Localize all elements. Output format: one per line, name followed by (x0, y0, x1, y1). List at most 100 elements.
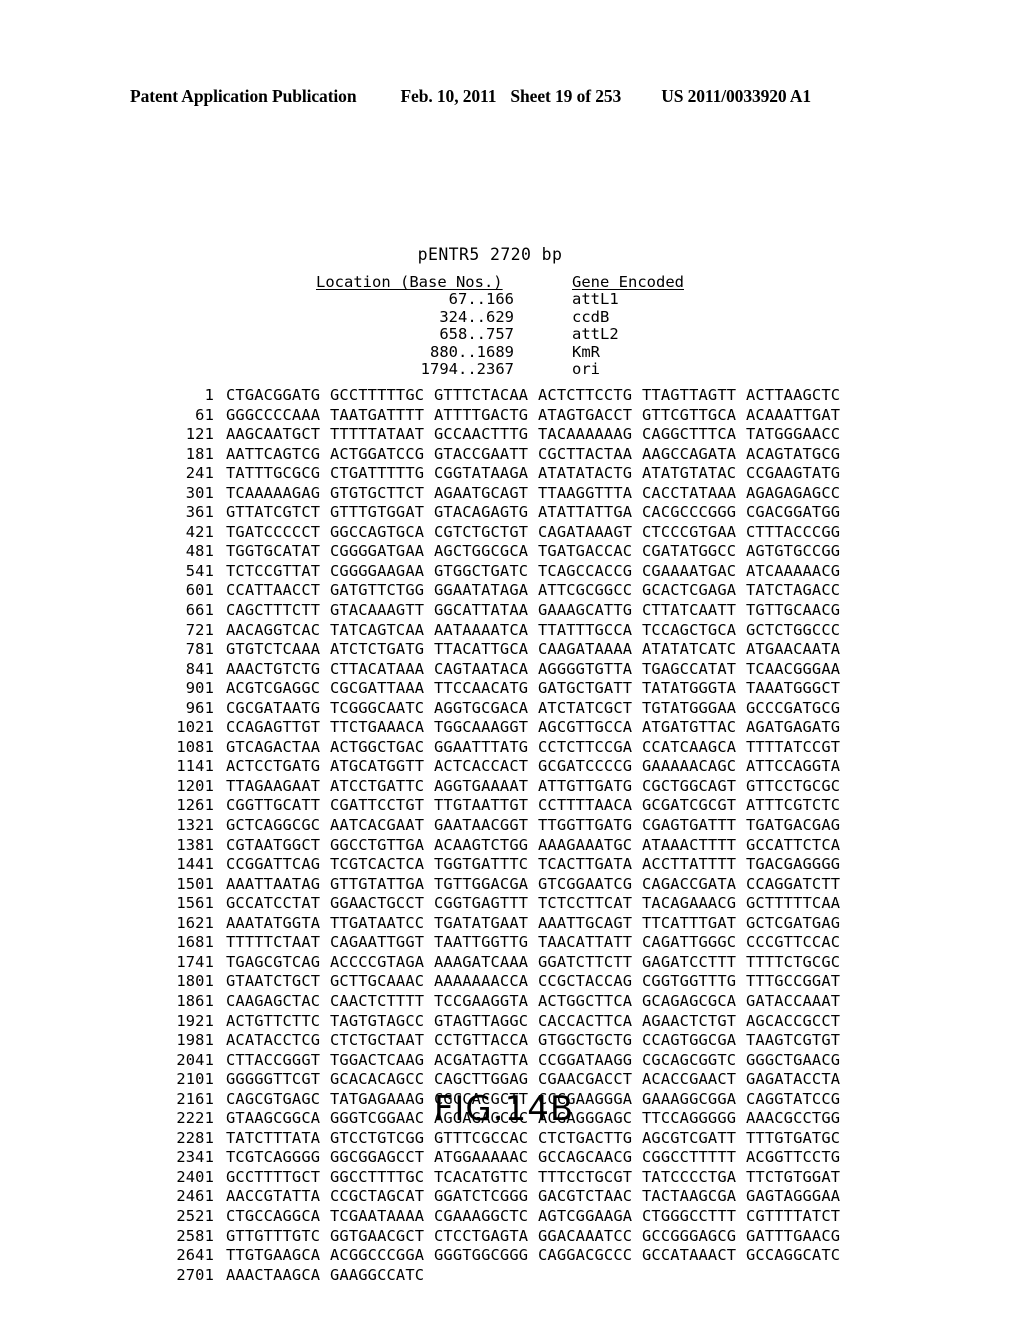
sequence-chunk: GCCCGATGCG (746, 698, 841, 717)
sequence-chunk: ACAGTATGCG (746, 444, 841, 463)
sequence-position-number: 1561 (176, 894, 214, 913)
sequence-row: 2701 AAACTAAGCA GAAGGCCATC (168, 1266, 838, 1286)
cell-gene: ori (572, 360, 600, 379)
sequence-chunk: TCCAGCTGCA (642, 620, 737, 639)
sequence-chunk: CCTTTTAACA (538, 796, 633, 815)
sequence-chunk: TTCCAACATG (434, 679, 529, 698)
cell-gene: attL1 (572, 290, 619, 309)
sequence-chunk: CAGATTGGGC (642, 933, 737, 952)
sequence-chunk: GTTTCTACAA (434, 386, 529, 404)
sequence-chunks: CCAGAGTTGT TTCTGAAACA TGGCAAAGGT AGCGTTGCCA… (214, 718, 840, 738)
sequence-chunk: GTTGTATTGA (330, 874, 425, 893)
sequence-chunk: AGAATGCAGT (434, 483, 529, 502)
sequence-chunk: CCTCTTCCGA (538, 737, 633, 756)
sequence-row: 1261 CGGTTGCATT CGATTCCTGT TTGTAATTGT CCTTTT… (168, 796, 841, 816)
sequence-chunk: TAAGTCGTGT (746, 1031, 841, 1050)
sequence-chunk: GCTTTTTCAA (746, 894, 841, 913)
sequence-chunks: GTTGTTTGTC GGTGAACGCT CTCCTGAGTA GGACAAATCC… (214, 1227, 840, 1247)
sequence-position-number: 1921 (176, 1011, 214, 1030)
sequence-chunk: GCCATTCTCA (746, 835, 841, 854)
sequence-chunk: GTACCGAATT (434, 444, 529, 463)
sequence-chunk: CCTGTTACCA (434, 1031, 529, 1050)
sequence-chunk: CCGAAGTATG (746, 464, 841, 483)
sequence-row: 121 AAGCAATGCT TTTTTATAAT GCCAACTTTG TACAAAA… (168, 425, 840, 445)
sequence-position-number: 541 (185, 561, 214, 580)
sequence-chunk: CAAGAGCTAC (226, 991, 321, 1010)
sequence-chunk: GAATAACGGT (434, 816, 529, 835)
table-header-row: Location (Base Nos.) Gene Encoded (316, 273, 772, 291)
sequence-chunk: AAAGATCAAA (434, 952, 529, 971)
sequence-chunk: TTCATTTGAT (642, 913, 737, 932)
sequence-chunk: ATTTCGTCTC (746, 796, 841, 815)
sequence-chunk: CTTATCAATT (642, 601, 737, 620)
sequence-chunk: GAGTAGGGAA (746, 1187, 841, 1206)
sequence-chunk: AGTGTGCCGG (746, 542, 841, 561)
sequence-chunk: GTTCCTGCGC (746, 776, 841, 795)
sequence-position-number: 781 (185, 640, 214, 659)
cell-gene: ccdB (572, 307, 610, 326)
sequence-position-number: 721 (185, 620, 214, 639)
sequence-row: 2101 GGGGGTTCGT GCACACAGCC CAGCTTGGAG CGAACG… (168, 1070, 840, 1090)
sequence-chunk: GAAAGCATTG (538, 601, 633, 620)
column-header-gene: Gene Encoded (572, 273, 684, 291)
sequence-row: 1621 AAATATGGTA TTGATAATCC TGATATGAAT AAATTG… (168, 913, 841, 934)
sequence-chunk: TCTCCGTTAT (226, 561, 321, 580)
sequence-chunk: CGATATGGCC (642, 542, 737, 561)
sequence-position-number: 2401 (176, 1167, 214, 1186)
sequence-chunk: TTTTTATAAT (330, 425, 425, 444)
sequence-chunk: AAGCCAGATA (642, 444, 737, 463)
sequence-chunk: GCTCGATGAG (746, 913, 841, 932)
sequence-position-number: 2641 (176, 1246, 214, 1265)
sequence-chunk: GGCCAGTGCA (330, 522, 425, 541)
sequence-chunk: TGTTGGACGA (434, 874, 529, 893)
sequence-position-number: 601 (185, 581, 214, 600)
sequence-row: 61 GGGCCCCAAA TAATGATTTT ATTTTGACTG ATAGTGAC… (168, 405, 840, 426)
sequence-chunk: ATTCCAGGTA (746, 757, 841, 776)
sequence-position-number: 1801 (176, 972, 214, 991)
sequence-chunk: GCCAGCAACG (538, 1148, 633, 1167)
sequence-position-number: 61 (195, 405, 214, 424)
sequence-chunk: GTGTCTCAAA (226, 640, 321, 659)
sequence-chunk: AAATTGCAGT (538, 913, 633, 932)
sequence-chunk: TATCCCCTGA (642, 1167, 737, 1186)
sequence-chunk: TACAAAAAAG (538, 425, 633, 444)
sequence-chunk: CCGGATTCAG (226, 855, 321, 874)
sequence-chunk: TTCTGAAACA (330, 718, 425, 737)
sequence-chunk: ACAAGTCTGG (434, 835, 529, 854)
sequence-chunks: TCAAAAAGAG GTGTGCTTCT AGAATGCAGT TTAAGGTTTA… (214, 483, 840, 504)
sequence-chunk: GAAGGCCATC (330, 1265, 425, 1284)
sequence-chunks: GCCATCCTAT GGAACTGCCT CGGTGAGTTT TCTCCTTCAT… (214, 894, 841, 914)
sequence-chunk: ACTGGATCCG (330, 444, 425, 463)
sequence-chunk: TATCTTTATA (226, 1128, 321, 1147)
sequence-chunk: ACTTAAGCTC (746, 386, 841, 404)
sequence-chunk: AACCGTATTA (226, 1187, 321, 1206)
sequence-row: 2401 GCCTTTTGCT GGCCTTTTGC TCACATGTTC TTTCCT… (168, 1167, 840, 1188)
sequence-chunks: AACCGTATTA CCGCTAGCAT GGATCTCGGG GACGTCTAAC… (214, 1187, 841, 1207)
sequence-chunk: ACATACCTCG (226, 1031, 321, 1050)
sequence-chunk: GGCATTATAA (434, 601, 529, 620)
sequence-chunk: AGGGGTGTTA (538, 659, 633, 678)
sequence-position-number: 181 (185, 444, 214, 463)
sequence-chunk: ATTGTTGATG (538, 776, 633, 795)
sequence-chunk: GTACAAAGTT (330, 601, 425, 620)
sequence-position-number: 2041 (176, 1050, 214, 1069)
sequence-position-number: 1 (204, 386, 214, 404)
sequence-chunk: GTTATCGTCT (226, 503, 321, 522)
sequence-chunks: AAGCAATGCT TTTTTATAAT GCCAACTTTG TACAAAAAAG… (214, 425, 840, 445)
sequence-chunk: ATTTTGACTG (434, 405, 529, 424)
sequence-chunk: GCCAACTTTG (434, 425, 529, 444)
sequence-chunk: ATAGTGACCT (538, 405, 633, 424)
sequence-position-number: 421 (185, 522, 214, 541)
sequence-row: 1441 CCGGATTCAG TCGTCACTCA TGGTGATTTC TCACTT… (168, 855, 840, 875)
sequence-chunks: AAATATGGTA TTGATAATCC TGATATGAAT AAATTGCAGT… (214, 913, 841, 934)
sequence-chunks: TATTTGCGCG CTGATTTTTG CGGTATAAGA ATATATACTG… (214, 464, 841, 484)
sequence-chunk: CGGTATAAGA (434, 464, 529, 483)
sequence-row: 1681 TTTTTCTAAT CAGAATTGGT TAATTGGTTG TAACAT… (168, 933, 840, 953)
sequence-chunk: CGCAGCGGTC (642, 1050, 737, 1069)
column-header-location: Location (Base Nos.) (316, 273, 503, 291)
sequence-chunk: GAAAAACAGC (642, 757, 737, 776)
sequence-chunk: ATATATACTG (538, 464, 633, 483)
sequence-chunk: AATCACGAAT (330, 816, 425, 835)
sequence-chunks: CGCGATAATG TCGGGCAATC AGGTGCGACA ATCTATCGCT… (214, 698, 841, 719)
sequence-position-number: 361 (185, 503, 214, 522)
